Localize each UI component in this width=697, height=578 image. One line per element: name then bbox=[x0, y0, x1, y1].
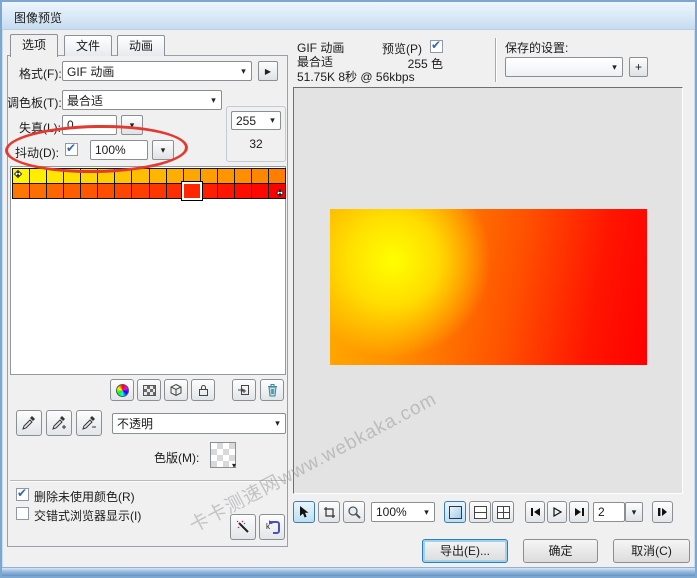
frame-number-input[interactable]: 2 bbox=[593, 502, 625, 522]
step-forward-button[interactable] bbox=[652, 501, 673, 523]
chevron-down-icon: ▾ bbox=[632, 507, 637, 518]
step-forward-icon bbox=[657, 507, 668, 517]
chevron-down-icon: ▾ bbox=[419, 507, 434, 518]
preview-4up-button[interactable] bbox=[492, 501, 514, 523]
dialog-title: 图像预览 bbox=[14, 9, 62, 26]
magnifier-icon bbox=[347, 505, 361, 519]
zoom-level-select[interactable]: 100% ▾ bbox=[371, 502, 435, 522]
titlebar[interactable]: 图像预览 bbox=[2, 2, 695, 30]
one-window-icon bbox=[449, 506, 462, 519]
tab-animation[interactable]: 动画 bbox=[117, 35, 165, 56]
frame-number-value: 2 bbox=[594, 505, 624, 519]
window-bottom-frame bbox=[2, 567, 695, 576]
saved-settings-select[interactable]: ▾ bbox=[505, 57, 623, 77]
ok-button[interactable]: 确定 bbox=[523, 539, 598, 563]
crop-icon bbox=[323, 506, 336, 519]
plus-icon: + bbox=[635, 60, 642, 74]
pointer-tool-button[interactable] bbox=[293, 501, 315, 523]
two-window-icon bbox=[474, 506, 487, 519]
header-divider bbox=[495, 38, 496, 82]
pointer-icon bbox=[298, 505, 310, 519]
saved-settings-label: 保存的设置: bbox=[505, 39, 568, 56]
four-window-icon bbox=[497, 506, 510, 519]
tab-file[interactable]: 文件 bbox=[64, 35, 112, 56]
preview-canvas[interactable] bbox=[293, 87, 683, 494]
options-panel-frame bbox=[7, 55, 288, 547]
cancel-button[interactable]: 取消(C) bbox=[613, 539, 690, 563]
palette-swatch[interactable] bbox=[184, 184, 200, 198]
preview-colors-text: 255 色 bbox=[396, 55, 443, 72]
first-frame-button[interactable] bbox=[525, 501, 545, 523]
chevron-down-icon: ▾ bbox=[607, 62, 622, 73]
play-icon bbox=[552, 507, 562, 517]
zoom-level-value: 100% bbox=[372, 505, 419, 519]
save-settings-button[interactable]: + bbox=[629, 57, 648, 77]
crop-tool-button[interactable] bbox=[318, 501, 340, 523]
zoom-tool-button[interactable] bbox=[343, 501, 365, 523]
check-icon: ✔ bbox=[431, 38, 441, 52]
preview-1up-button[interactable] bbox=[444, 501, 466, 523]
frame-number-dropdown[interactable]: ▾ bbox=[625, 502, 643, 522]
export-button[interactable]: 导出(E)... bbox=[422, 539, 508, 563]
image-preview-dialog: 图像预览 选项 文件 动画 格式(F): GIF 动画 ▾ ▶ 调色板(T): … bbox=[0, 0, 697, 578]
preview-checkbox[interactable]: ✔ bbox=[430, 40, 443, 53]
first-frame-icon bbox=[530, 507, 541, 517]
next-frame-button[interactable] bbox=[569, 501, 589, 523]
play-button[interactable] bbox=[547, 501, 567, 523]
preview-2up-button[interactable] bbox=[469, 501, 491, 523]
next-frame-icon bbox=[574, 507, 585, 517]
tab-options[interactable]: 选项 bbox=[10, 34, 58, 57]
preview-image[interactable] bbox=[330, 209, 647, 365]
